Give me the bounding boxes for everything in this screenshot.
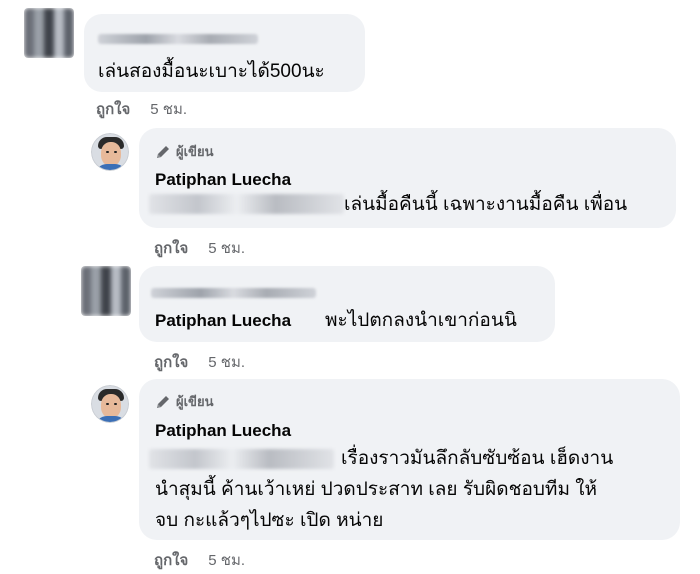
comment-text-line-3: จบ กะแล้วๆไปซะ เปิด หน่าย — [155, 510, 384, 531]
author-badge: ผู้เขียน — [155, 391, 213, 412]
pencil-icon — [157, 395, 169, 408]
like-button[interactable]: ถูกใจ — [154, 548, 188, 572]
blurred-mention — [149, 449, 334, 469]
comment-text-line-1: เรื่องราวมันลึกลับซับซ้อน เฮ็ดงาน — [341, 448, 614, 469]
comment-bubble: ผู้เขียน Patiphan Luecha เรื่องราวมันลึก… — [139, 379, 680, 540]
comment-text-line-2: นำสุมนี้ ค้านเว้าเหย่ ปวดประสาท เลย รับผ… — [155, 479, 598, 500]
timestamp[interactable]: 5 ชม. — [208, 548, 245, 572]
comment-actions: ถูกใจ 5 ชม. — [154, 548, 245, 572]
comment-4: ผู้เขียน Patiphan Luecha เรื่องราวมันลึก… — [0, 0, 700, 574]
avatar[interactable] — [91, 385, 129, 423]
author-badge-label: ผู้เขียน — [176, 394, 214, 409]
author-name[interactable]: Patiphan Luecha — [155, 421, 291, 441]
